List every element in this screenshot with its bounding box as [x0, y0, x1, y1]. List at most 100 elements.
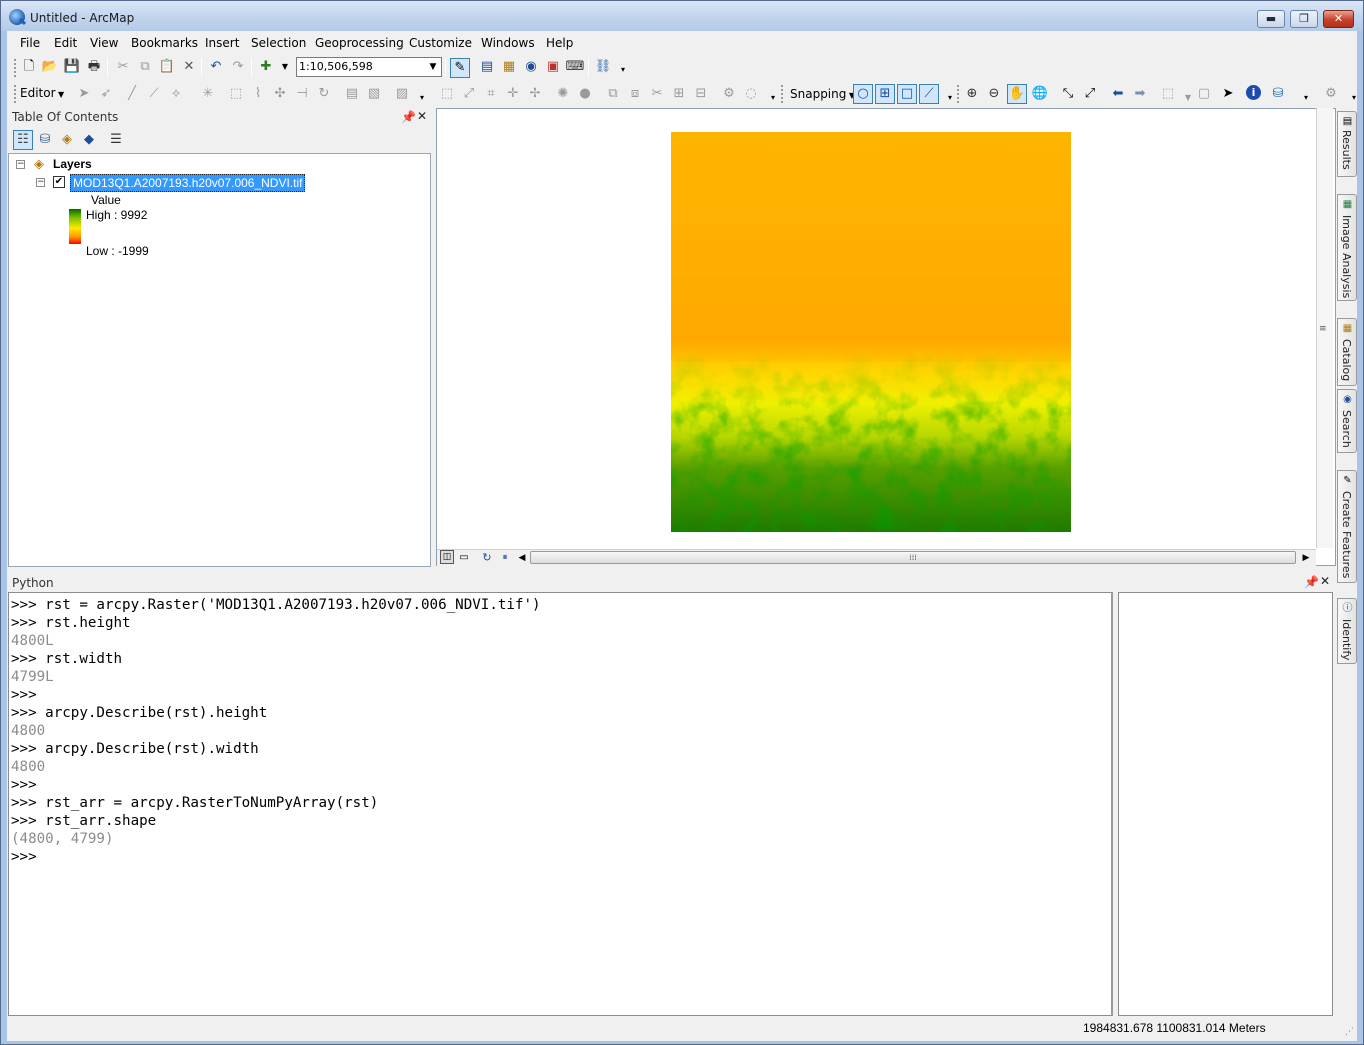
- pin-icon[interactable]: 📌: [401, 110, 416, 124]
- results-dock-tab[interactable]: ▤ Results: [1337, 111, 1357, 177]
- editor-toolbar-icon[interactable]: ✎: [450, 58, 470, 78]
- fixed-zoom-out-icon[interactable]: ⤢: [1082, 86, 1098, 102]
- spatial-adjust-icon[interactable]: ⤢: [461, 86, 477, 102]
- select-features-icon[interactable]: ⬚: [1160, 86, 1176, 102]
- topology-icon[interactable]: ⌗: [483, 86, 499, 102]
- end-snapping-icon[interactable]: ⊞: [875, 84, 895, 104]
- full-extent-icon[interactable]: 🌐: [1032, 86, 1048, 102]
- list-by-selection-icon[interactable]: ◆: [81, 132, 97, 148]
- modelbuilder-icon[interactable]: ⛓: [595, 59, 612, 75]
- extend-icon[interactable]: ⊞: [671, 86, 687, 102]
- print-icon[interactable]: 🖶: [86, 59, 102, 75]
- cut-polygons-icon[interactable]: ✣: [272, 86, 288, 102]
- toolbar-grip[interactable]: [957, 85, 960, 103]
- smooth-icon[interactable]: ◌: [743, 86, 759, 102]
- resize-grip-icon[interactable]: ⋰: [1345, 1027, 1354, 1037]
- pause-drawing-icon[interactable]: ⏸: [497, 550, 513, 566]
- point-icon[interactable]: ✳: [200, 86, 216, 102]
- georef-icon[interactable]: ⬚: [439, 86, 455, 102]
- collapse-layers-icon[interactable]: −: [16, 160, 25, 169]
- redo-icon[interactable]: ↷: [230, 59, 246, 75]
- save-icon[interactable]: 💾: [64, 59, 80, 75]
- list-by-source-icon[interactable]: ⛁: [37, 132, 53, 148]
- endpoint-arc-icon[interactable]: ⟋: [146, 86, 162, 102]
- add-data-icon[interactable]: ✚: [258, 59, 274, 75]
- toolbar-grip[interactable]: [781, 85, 784, 103]
- time-slider-icon[interactable]: ⚙: [1323, 86, 1339, 102]
- toolbar-options-icon[interactable]: ▾: [942, 90, 958, 106]
- select-elements-icon[interactable]: ➤: [1220, 86, 1236, 102]
- search-dock-tab[interactable]: ◉ Search: [1337, 389, 1357, 453]
- cut-icon[interactable]: ✂: [115, 59, 131, 75]
- close-button[interactable]: ✕: [1323, 10, 1354, 28]
- forward-icon[interactable]: ➡: [1132, 86, 1148, 102]
- paste-icon[interactable]: 📋: [159, 59, 175, 75]
- copy-icon[interactable]: ⧉: [137, 59, 153, 75]
- identify-icon[interactable]: i: [1246, 85, 1261, 100]
- toolbar-grip[interactable]: [14, 85, 17, 103]
- menu-view[interactable]: View: [90, 36, 118, 50]
- layer-name[interactable]: MOD13Q1.A2007193.h20v07.006_NDVI.tif: [70, 174, 306, 192]
- sketch-properties-icon[interactable]: ▧: [366, 86, 382, 102]
- delete-icon[interactable]: ✕: [181, 59, 197, 75]
- arctoolbox-icon[interactable]: ▣: [545, 59, 561, 75]
- pin-icon[interactable]: 📌: [1304, 575, 1319, 589]
- identify-dock-tab[interactable]: ⓘ Identify: [1337, 598, 1357, 664]
- toc-options-icon[interactable]: ☰: [108, 132, 124, 148]
- toolbar-options-icon[interactable]: ▾: [765, 90, 781, 106]
- maximize-button[interactable]: ❐: [1290, 10, 1318, 28]
- list-by-drawing-order-icon[interactable]: ☷: [13, 130, 33, 150]
- layers-label[interactable]: Layers: [53, 157, 92, 171]
- copy-features-icon[interactable]: ⧈: [627, 86, 643, 102]
- edge-snapping-icon[interactable]: ⟋: [919, 84, 939, 104]
- create-features-icon[interactable]: ▨: [394, 86, 410, 102]
- cogo-icon[interactable]: ✺: [555, 86, 571, 102]
- refresh-icon[interactable]: ↻: [479, 550, 495, 566]
- back-icon[interactable]: ⬅: [1110, 86, 1126, 102]
- fixed-zoom-in-icon[interactable]: ⤡: [1060, 86, 1076, 102]
- map-scale-input[interactable]: 1:10,506,598: [296, 57, 442, 77]
- menu-windows[interactable]: Windows: [481, 36, 535, 50]
- toolbar-options-icon[interactable]: ▾: [1346, 90, 1362, 106]
- undo-icon[interactable]: ↶: [208, 59, 224, 75]
- find-icon[interactable]: ⛁: [1270, 86, 1286, 102]
- menu-help[interactable]: Help: [546, 36, 573, 50]
- list-by-visibility-icon[interactable]: ◈: [59, 132, 75, 148]
- pan-icon[interactable]: ✋: [1007, 84, 1027, 104]
- trim-icon[interactable]: ⊟: [693, 86, 709, 102]
- editor-menu[interactable]: Editor ▼: [20, 86, 64, 100]
- search-window-icon[interactable]: ◉: [523, 59, 539, 75]
- rotate-icon[interactable]: ↻: [316, 86, 332, 102]
- fillet-icon[interactable]: ✂: [649, 86, 665, 102]
- scale-dropdown-icon[interactable]: ▼: [427, 60, 439, 74]
- menu-insert[interactable]: Insert: [205, 36, 239, 50]
- reshape-icon[interactable]: ⌇: [250, 86, 266, 102]
- vertex-snapping-icon[interactable]: □: [897, 84, 917, 104]
- edit-annotation-icon[interactable]: ➶: [98, 86, 114, 102]
- open-icon[interactable]: 📂: [42, 59, 58, 75]
- menu-geoprocessing[interactable]: Geoprocessing: [315, 36, 404, 50]
- new-document-icon[interactable]: 🗋: [21, 59, 37, 75]
- snapping-menu[interactable]: Snapping ▼: [790, 87, 855, 101]
- catalog-dock-tab[interactable]: ▦ Catalog: [1337, 318, 1357, 386]
- catalog-icon[interactable]: ▦: [501, 59, 517, 75]
- layer-visibility-checkbox[interactable]: ✔: [53, 176, 65, 188]
- menu-bookmarks[interactable]: Bookmarks: [131, 36, 198, 50]
- zoom-in-icon[interactable]: ⊕: [964, 86, 980, 102]
- topology-edit-icon[interactable]: ✛: [505, 86, 521, 102]
- toolbar-options-icon[interactable]: ▾: [414, 90, 430, 106]
- attributes-icon[interactable]: ▤: [344, 86, 360, 102]
- map-scroll-thumb[interactable]: ⁞⁞⁞: [530, 551, 1296, 564]
- toolbar-grip[interactable]: [14, 59, 17, 77]
- fix-error-icon[interactable]: ✢: [527, 86, 543, 102]
- generalize-icon[interactable]: ⚙: [721, 86, 737, 102]
- edit-vertices-icon[interactable]: ⬚: [228, 86, 244, 102]
- toolbar-options-icon[interactable]: ▾: [1298, 90, 1314, 106]
- sphere-icon[interactable]: ●: [577, 86, 593, 102]
- table-of-contents-icon[interactable]: ▤: [479, 59, 495, 75]
- close-pane-icon[interactable]: ✕: [1320, 574, 1330, 588]
- menu-customize[interactable]: Customize: [409, 36, 472, 50]
- trace-icon[interactable]: ⟡: [168, 86, 184, 102]
- collapse-layer-icon[interactable]: −: [36, 178, 45, 187]
- advanced-edit-icon[interactable]: ⧉: [605, 86, 621, 102]
